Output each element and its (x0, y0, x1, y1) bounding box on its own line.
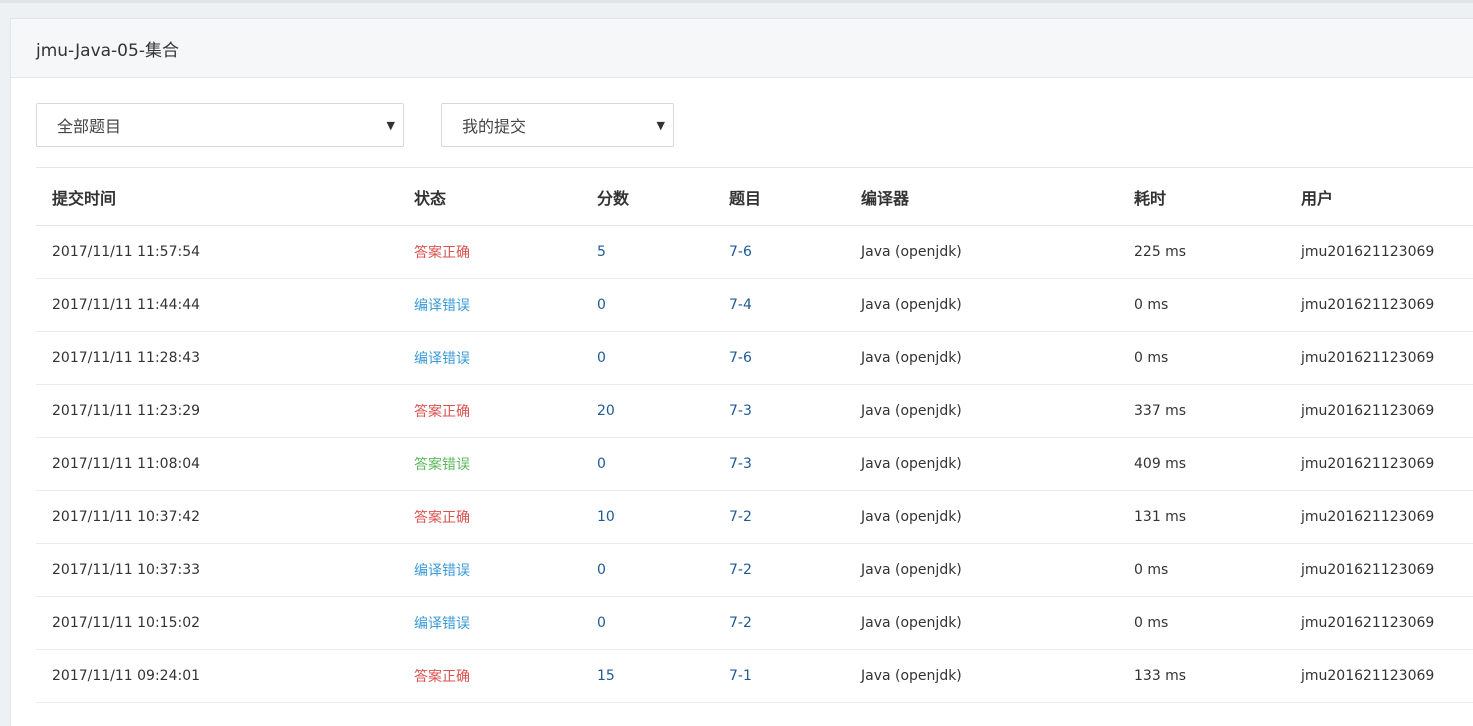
status-link[interactable]: 答案正确 (398, 491, 581, 544)
caret-down-icon: ▼ (386, 119, 395, 132)
table-row: 2017/11/11 10:37:33 编译错误 0 7-2 Java (ope… (36, 544, 1473, 597)
submit-time: 2017/11/11 11:57:54 (52, 244, 201, 260)
status-link[interactable]: 答案错误 (398, 438, 581, 491)
compiler: Java (openjdk) (861, 615, 962, 631)
col-header-user: 用户 (1301, 188, 1334, 208)
elapsed-time: 133 ms (1134, 668, 1187, 684)
problem-link[interactable]: 7-1 (713, 650, 845, 703)
compiler: Java (openjdk) (861, 562, 962, 578)
status-link[interactable]: 答案正确 (398, 650, 581, 703)
col-header-submit-time: 提交时间 (52, 188, 117, 208)
score-link[interactable]: 0 (581, 279, 713, 332)
status-link[interactable]: 答案正确 (398, 226, 581, 279)
elapsed-time: 0 ms (1134, 350, 1169, 366)
submit-time: 2017/11/11 11:08:04 (52, 456, 201, 472)
table-row: 2017/11/11 10:15:02 编译错误 0 7-2 Java (ope… (36, 597, 1473, 650)
table-row: 2017/11/11 11:23:29 答案正确 20 7-3 Java (op… (36, 385, 1473, 438)
panel-title: jmu-Java-05-集合 (36, 40, 179, 61)
submit-time: 2017/11/11 10:15:02 (52, 615, 201, 631)
score-link[interactable]: 0 (581, 544, 713, 597)
elapsed-time: 0 ms (1134, 562, 1169, 578)
problem-filter-select[interactable]: 全部题目 ▼ (36, 103, 404, 147)
submissions-table-wrap: 提交时间 状态 分数 题目 编译器 耗时 用户 2017/11/11 11:57… (36, 167, 1473, 703)
submit-time: 2017/11/11 10:37:42 (52, 509, 201, 525)
user: jmu201621123069 (1301, 456, 1435, 472)
col-header-score: 分数 (597, 188, 630, 208)
score-link[interactable]: 10 (581, 491, 713, 544)
elapsed-time: 225 ms (1134, 244, 1187, 260)
caret-down-icon: ▼ (656, 119, 665, 132)
submitter-filter-select[interactable]: 我的提交 ▼ (441, 103, 674, 147)
score-link[interactable]: 0 (581, 438, 713, 491)
score-link[interactable]: 0 (581, 332, 713, 385)
submit-time: 2017/11/11 11:23:29 (52, 403, 201, 419)
user: jmu201621123069 (1301, 297, 1435, 313)
problem-link[interactable]: 7-4 (713, 279, 845, 332)
problem-link[interactable]: 7-3 (713, 385, 845, 438)
top-strip (0, 0, 1473, 3)
submitter-filter-value: 我的提交 (462, 117, 527, 136)
submit-time: 2017/11/11 10:37:33 (52, 562, 201, 578)
submit-time: 2017/11/11 11:44:44 (52, 297, 201, 313)
score-link[interactable]: 0 (581, 597, 713, 650)
compiler: Java (openjdk) (861, 403, 962, 419)
status-link[interactable]: 编译错误 (398, 544, 581, 597)
elapsed-time: 0 ms (1134, 297, 1169, 313)
submissions-panel: jmu-Java-05-集合 全部题目 ▼ 我的提交 ▼ 提交时间 状态 分数 … (10, 18, 1473, 726)
user: jmu201621123069 (1301, 403, 1435, 419)
submissions-table: 提交时间 状态 分数 题目 编译器 耗时 用户 2017/11/11 11:57… (36, 167, 1473, 703)
score-link[interactable]: 5 (581, 226, 713, 279)
user: jmu201621123069 (1301, 350, 1435, 366)
col-header-compiler: 编译器 (861, 188, 910, 208)
status-link[interactable]: 编译错误 (398, 597, 581, 650)
table-row: 2017/11/11 11:57:54 答案正确 5 7-6 Java (ope… (36, 226, 1473, 279)
table-row: 2017/11/11 11:44:44 编译错误 0 7-4 Java (ope… (36, 279, 1473, 332)
score-link[interactable]: 15 (581, 650, 713, 703)
score-link[interactable]: 20 (581, 385, 713, 438)
status-link[interactable]: 答案正确 (398, 385, 581, 438)
problem-link[interactable]: 7-2 (713, 597, 845, 650)
elapsed-time: 337 ms (1134, 403, 1187, 419)
user: jmu201621123069 (1301, 668, 1435, 684)
col-header-elapsed: 耗时 (1134, 188, 1167, 208)
submit-time: 2017/11/11 11:28:43 (52, 350, 201, 366)
submit-time: 2017/11/11 09:24:01 (52, 668, 201, 684)
compiler: Java (openjdk) (861, 668, 962, 684)
compiler: Java (openjdk) (861, 350, 962, 366)
problem-filter-value: 全部题目 (57, 117, 122, 136)
elapsed-time: 0 ms (1134, 615, 1169, 631)
status-link[interactable]: 编译错误 (398, 332, 581, 385)
table-row: 2017/11/11 09:24:01 答案正确 15 7-1 Java (op… (36, 650, 1473, 703)
user: jmu201621123069 (1301, 562, 1435, 578)
col-header-problem: 题目 (729, 188, 762, 208)
compiler: Java (openjdk) (861, 509, 962, 525)
col-header-status: 状态 (414, 188, 447, 208)
compiler: Java (openjdk) (861, 297, 962, 313)
problem-link[interactable]: 7-6 (713, 226, 845, 279)
elapsed-time: 131 ms (1134, 509, 1187, 525)
user: jmu201621123069 (1301, 244, 1435, 260)
problem-link[interactable]: 7-2 (713, 544, 845, 597)
compiler: Java (openjdk) (861, 244, 962, 260)
table-header-row: 提交时间 状态 分数 题目 编译器 耗时 用户 (36, 167, 1473, 226)
panel-header: jmu-Java-05-集合 (11, 19, 1473, 78)
compiler: Java (openjdk) (861, 456, 962, 472)
table-row: 2017/11/11 10:37:42 答案正确 10 7-2 Java (op… (36, 491, 1473, 544)
problem-link[interactable]: 7-6 (713, 332, 845, 385)
table-row: 2017/11/11 11:08:04 答案错误 0 7-3 Java (ope… (36, 438, 1473, 491)
problem-link[interactable]: 7-3 (713, 438, 845, 491)
user: jmu201621123069 (1301, 615, 1435, 631)
status-link[interactable]: 编译错误 (398, 279, 581, 332)
problem-link[interactable]: 7-2 (713, 491, 845, 544)
user: jmu201621123069 (1301, 509, 1435, 525)
table-row: 2017/11/11 11:28:43 编译错误 0 7-6 Java (ope… (36, 332, 1473, 385)
elapsed-time: 409 ms (1134, 456, 1187, 472)
